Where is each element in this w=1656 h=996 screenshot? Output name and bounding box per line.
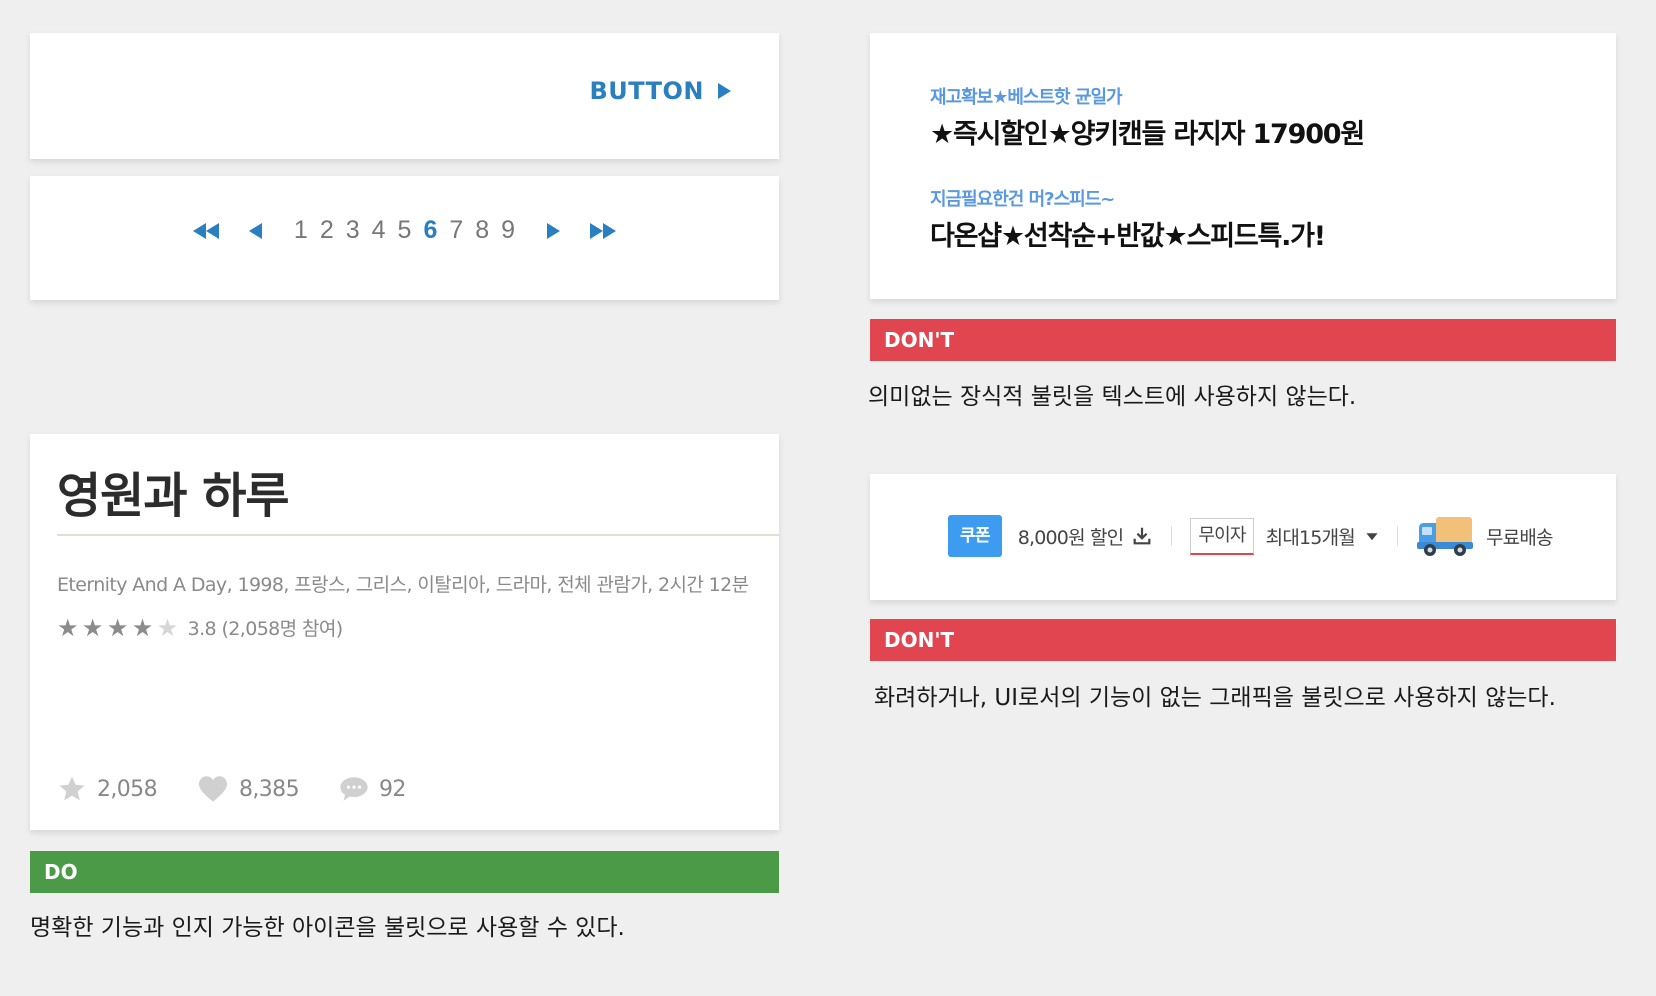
divider: [1396, 526, 1398, 546]
dont-caption: 화려하거나, UI로서의 기능이 없는 그래픽을 불릿으로 사용하지 않는다.: [874, 685, 1556, 711]
prev-page-icon[interactable]: [248, 222, 262, 239]
divider: [1171, 526, 1173, 546]
star-filled-icon: ★: [131, 613, 154, 642]
dont-caption: 의미없는 장식적 불릿을 텍스트에 사용하지 않는다.: [868, 384, 1357, 410]
text-button-label: BUTTON: [589, 77, 704, 105]
page-number[interactable]: 8: [469, 216, 495, 245]
stat-stars-count: 2,058: [97, 776, 158, 802]
star-filled-icon: ★: [81, 613, 104, 642]
dont-label-bar: DON'T: [870, 619, 1616, 661]
download-icon[interactable]: [1131, 525, 1153, 547]
stat-likes[interactable]: 8,385: [197, 775, 300, 803]
divider: [57, 534, 779, 536]
next-page-icon[interactable]: [547, 222, 561, 239]
delivery-text: 무료배송: [1485, 526, 1554, 549]
page-number[interactable]: 2: [314, 216, 340, 245]
rating-text: 3.8 (2,058명 참여): [187, 618, 344, 640]
page-number[interactable]: 9: [495, 216, 521, 245]
movie-stats: 2,058 8,385 92: [57, 774, 446, 804]
first-page-icon[interactable]: [192, 222, 219, 239]
no-interest-text[interactable]: 최대15개월: [1266, 523, 1356, 550]
benefit-badges-card: 쿠폰 8,000원 할인 무이자 최대15개월 무료배송: [870, 474, 1616, 600]
movie-meta: Eternity And A Day, 1998, 프랑스, 그리스, 이탈리아…: [57, 574, 749, 596]
benefit-row: 쿠폰 8,000원 할인 무이자 최대15개월 무료배송: [948, 514, 1553, 558]
page-number[interactable]: 5: [392, 216, 418, 245]
page-number[interactable]: 4: [366, 216, 392, 245]
speech-bubble-icon: [340, 777, 368, 801]
do-caption: 명확한 기능과 인지 가능한 아이콘을 불릿으로 사용할 수 있다.: [30, 915, 625, 941]
promo-line2-main[interactable]: 다온샵★선착순+반값★스피드특.가!: [930, 214, 1326, 253]
last-page-icon[interactable]: [590, 222, 617, 239]
stat-likes-count: 8,385: [238, 776, 300, 802]
pagination-example-card: 1 2 3 4 5 6 7 8 9: [30, 176, 779, 300]
heart-icon: [198, 776, 227, 802]
no-interest-badge: 무이자: [1190, 517, 1254, 555]
text-button[interactable]: BUTTON: [589, 77, 731, 105]
movie-title: 영원과 하루: [57, 468, 290, 524]
star-empty-icon: ★: [156, 613, 179, 642]
movie-rating: ★ ★ ★ ★ ★ 3.8 (2,058명 참여): [57, 614, 343, 641]
page-number[interactable]: 3: [340, 216, 366, 245]
page-number[interactable]: 1: [288, 216, 314, 245]
do-label-bar: DO: [30, 851, 779, 893]
dont-label-bar: DON'T: [870, 319, 1616, 361]
button-example-card: BUTTON: [30, 33, 779, 159]
star-icon: [59, 776, 85, 801]
coupon-badge: 쿠폰: [948, 515, 1002, 557]
stat-stars[interactable]: 2,058: [57, 774, 158, 804]
arrow-right-icon: [718, 83, 731, 99]
promo-text-card: 재고확보★베스트핫 균일가 ★즉시할인★양키캔들 라지자 17900원 지금필요…: [870, 33, 1616, 299]
promo-line1-main[interactable]: ★즉시할인★양키캔들 라지자 17900원: [930, 112, 1365, 151]
stat-comments[interactable]: 92: [339, 776, 406, 802]
coupon-text[interactable]: 8,000원 할인: [1018, 523, 1124, 550]
promo-line1-sub: 재고확보★베스트핫 균일가: [930, 87, 1123, 108]
page-number-active[interactable]: 6: [417, 216, 443, 245]
delivery-truck-icon: [1416, 517, 1473, 556]
page-number[interactable]: 7: [443, 216, 469, 245]
star-filled-icon: ★: [57, 613, 79, 642]
dropdown-caret-icon[interactable]: [1365, 529, 1379, 543]
promo-line2-sub: 지금필요한건 머?스피드~: [930, 189, 1115, 210]
pagination: 1 2 3 4 5 6 7 8 9: [30, 216, 779, 245]
stat-comments-count: 92: [378, 776, 406, 802]
movie-info-card: 영원과 하루 Eternity And A Day, 1998, 프랑스, 그리…: [30, 434, 779, 830]
star-filled-icon: ★: [106, 613, 129, 642]
